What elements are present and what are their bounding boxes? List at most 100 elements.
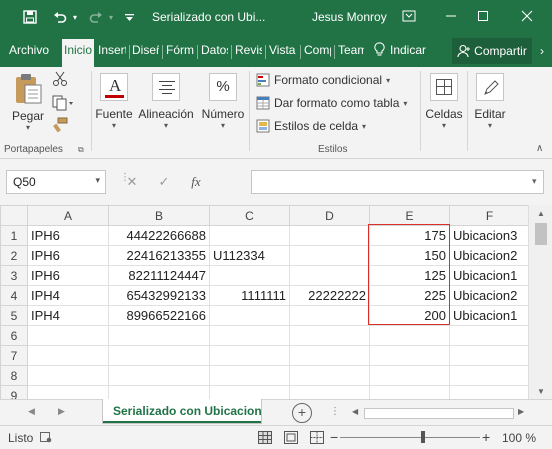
cut-icon[interactable]	[52, 71, 70, 89]
cell-c3[interactable]	[209, 265, 290, 286]
number-button[interactable]: % Número ▾	[200, 73, 246, 130]
clipboard-launcher-icon[interactable]: ⧉	[78, 145, 84, 155]
cell-e4[interactable]: 225	[369, 285, 450, 306]
tab-inicio[interactable]: Inicio	[62, 39, 94, 67]
column-header-a[interactable]: A	[27, 205, 109, 226]
name-box-dropdown-icon[interactable]: ▾	[95, 175, 100, 186]
row-header[interactable]: 8	[0, 365, 28, 386]
copy-icon[interactable]	[52, 95, 78, 113]
tab-insertar[interactable]: Insertar	[98, 43, 126, 57]
cell-c6[interactable]	[209, 325, 290, 346]
tab-split-handle-icon[interactable]: ⋮	[330, 406, 340, 417]
cell-f4[interactable]: Ubicacion2	[449, 285, 530, 306]
format-painter-icon[interactable]	[52, 117, 70, 135]
column-header-c[interactable]: C	[209, 205, 290, 226]
cell-b8[interactable]	[108, 365, 210, 386]
zoom-out-icon[interactable]: −	[330, 429, 338, 445]
cell-d3[interactable]	[289, 265, 370, 286]
maximize-icon[interactable]	[470, 5, 496, 27]
zoom-slider[interactable]	[340, 437, 480, 438]
tell-me-search[interactable]: Indicar	[374, 42, 426, 57]
cell-d6[interactable]	[289, 325, 370, 346]
expand-formula-bar-icon[interactable]: ▾	[532, 176, 537, 187]
vertical-scrollbar[interactable]: ▲ ▼	[528, 205, 552, 399]
cell-c5[interactable]	[209, 305, 290, 326]
undo-icon[interactable]	[50, 7, 70, 27]
conditional-format-button[interactable]: Formato condicional ▾	[256, 73, 390, 87]
normal-view-icon[interactable]	[258, 431, 272, 447]
cell-styles-button[interactable]: Estilos de celda ▾	[256, 119, 366, 133]
format-as-table-button[interactable]: Dar formato como tabla ▾	[256, 96, 407, 110]
cell-f7[interactable]	[449, 345, 530, 366]
sheet-next-icon[interactable]: ▶	[58, 406, 65, 417]
vertical-scroll-thumb[interactable]	[535, 223, 547, 245]
scroll-right-icon[interactable]: ▶	[518, 407, 524, 416]
tab-vista[interactable]: Vista	[269, 43, 297, 57]
cell-d8[interactable]	[289, 365, 370, 386]
zoom-in-icon[interactable]: +	[482, 429, 490, 445]
tab-formulas[interactable]: Fórmulas	[166, 43, 194, 57]
tab-team[interactable]: Team	[338, 43, 364, 57]
cell-e7[interactable]	[369, 345, 450, 366]
paste-button[interactable]: Pegar ▾	[8, 73, 48, 132]
cell-a2[interactable]: IPH6	[27, 245, 109, 266]
cell-e6[interactable]	[369, 325, 450, 346]
font-button[interactable]: A Fuente ▾	[94, 73, 134, 130]
cell-f8[interactable]	[449, 365, 530, 386]
scroll-up-icon[interactable]: ▲	[529, 209, 552, 218]
alignment-dropdown-icon[interactable]: ▾	[136, 121, 196, 130]
edit-button[interactable]: Editar ▾	[470, 73, 510, 130]
cell-c1[interactable]	[209, 225, 290, 246]
cell-c7[interactable]	[209, 345, 290, 366]
cell-a8[interactable]	[27, 365, 109, 386]
cell-b6[interactable]	[108, 325, 210, 346]
cell-b5[interactable]: 89966522166	[108, 305, 210, 326]
redo-dropdown-icon[interactable]: ▾	[106, 7, 116, 27]
tab-diseno[interactable]: Diseño	[132, 43, 159, 57]
collapse-ribbon-icon[interactable]: ∧	[536, 143, 543, 154]
add-sheet-icon[interactable]: +	[292, 403, 312, 423]
zoom-level[interactable]: 100 %	[502, 431, 536, 445]
insert-function-icon[interactable]: fx	[180, 174, 212, 190]
cell-a3[interactable]: IPH6	[27, 265, 109, 286]
cell-d2[interactable]	[289, 245, 370, 266]
macro-record-icon[interactable]	[40, 432, 52, 446]
cell-b4[interactable]: 65432992133	[108, 285, 210, 306]
cell-a5[interactable]: IPH4	[27, 305, 109, 326]
cell-f2[interactable]: Ubicacion2	[449, 245, 530, 266]
row-header[interactable]: 6	[0, 325, 28, 346]
sheet-prev-icon[interactable]: ◀	[28, 406, 35, 417]
name-box[interactable]: Q50 ▾	[6, 170, 106, 194]
tab-revisar[interactable]: Revisar	[235, 43, 262, 57]
cell-d5[interactable]	[289, 305, 370, 326]
font-dropdown-icon[interactable]: ▾	[94, 121, 134, 130]
tab-complementos[interactable]: Complementos	[304, 43, 331, 57]
cell-e8[interactable]	[369, 365, 450, 386]
minimize-icon[interactable]	[438, 5, 464, 27]
cell-d7[interactable]	[289, 345, 370, 366]
cell-e5[interactable]: 200	[369, 305, 450, 326]
row-header[interactable]: 1	[0, 225, 28, 246]
cancel-icon[interactable]: ✕	[116, 174, 148, 190]
row-header[interactable]: 7	[0, 345, 28, 366]
page-layout-view-icon[interactable]	[284, 431, 298, 447]
cell-d4[interactable]: 22222222	[289, 285, 370, 306]
row-header[interactable]: 5	[0, 305, 28, 326]
scroll-left-icon[interactable]: ◀	[352, 407, 358, 416]
column-header-e[interactable]: E	[369, 205, 450, 226]
page-break-view-icon[interactable]	[310, 431, 324, 447]
ribbon-scroll-right-icon[interactable]: ›	[535, 44, 549, 60]
share-button[interactable]: Compartir	[452, 38, 532, 64]
cell-b3[interactable]: 82211124447	[108, 265, 210, 286]
column-header-b[interactable]: B	[108, 205, 210, 226]
cell-a1[interactable]: IPH6	[27, 225, 109, 246]
undo-dropdown-icon[interactable]: ▾	[70, 7, 80, 27]
user-name[interactable]: Jesus Monroy	[312, 10, 387, 24]
horizontal-scrollbar[interactable]: ◀ ▶	[350, 405, 528, 421]
cell-c8[interactable]	[209, 365, 290, 386]
column-header-f[interactable]: F	[449, 205, 530, 226]
tab-archivo[interactable]: Archivo	[9, 43, 55, 57]
cell-f6[interactable]	[449, 325, 530, 346]
ribbon-display-options-icon[interactable]	[396, 5, 422, 27]
paste-dropdown-icon[interactable]: ▾	[8, 123, 48, 132]
